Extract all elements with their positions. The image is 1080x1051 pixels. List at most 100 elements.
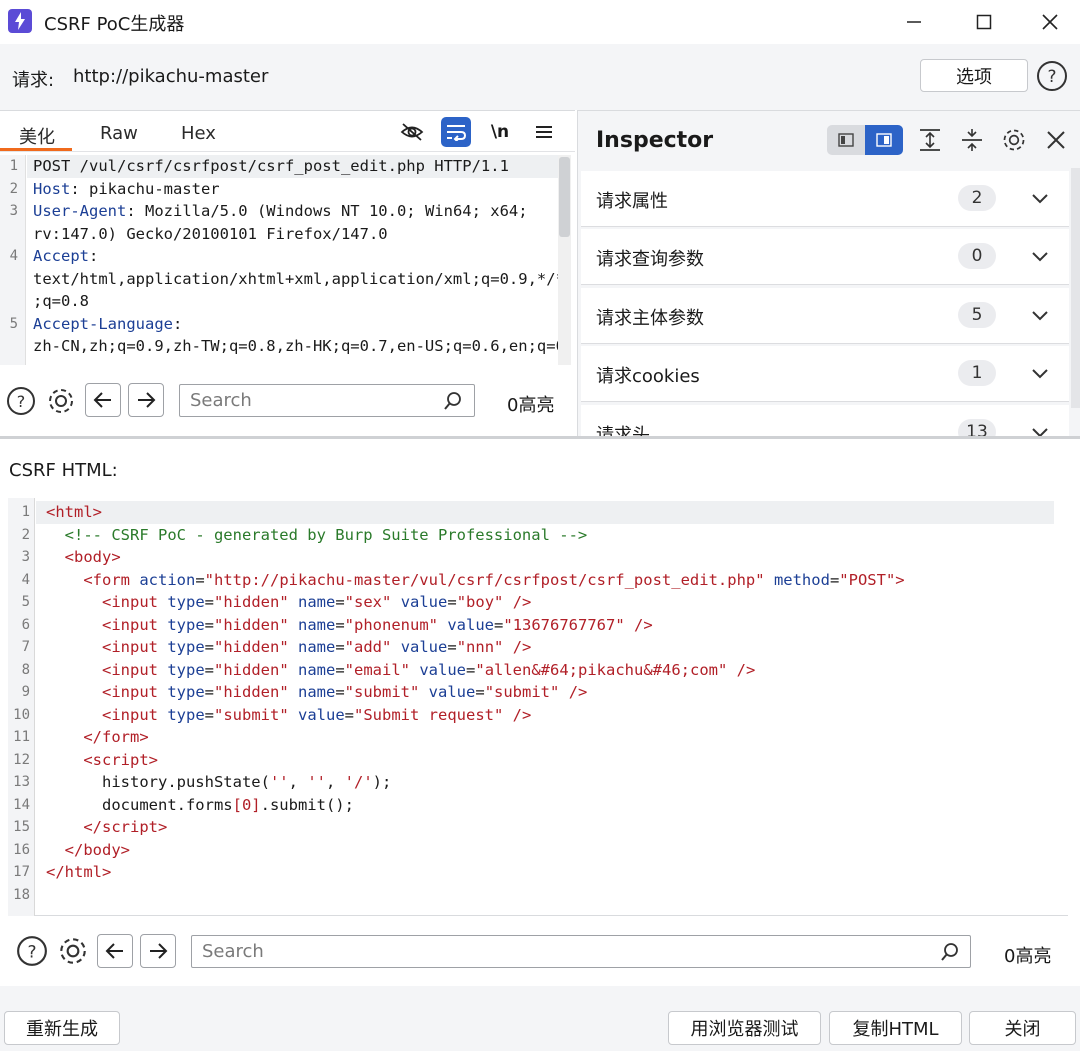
request-editor-panel: 美化 Raw Hex \n 1 2 3 4 5 POST /vul/csrf/c… (0, 110, 575, 436)
line-number: 13 (13, 774, 30, 790)
split-divider[interactable] (0, 436, 1080, 439)
line-number: 4 (9, 248, 18, 264)
code-line: POST /vul/csrf/csrfpost/csrf_post_edit.p… (33, 157, 509, 175)
inspector-row-label: 请求主体参数 (596, 308, 704, 329)
arrow-right-icon[interactable] (128, 383, 164, 417)
inspector-row[interactable]: 请求查询参数 0 (581, 229, 1069, 285)
help-icon[interactable]: ? (3, 384, 39, 418)
layout-left-icon[interactable] (827, 125, 865, 155)
code-line: <!-- CSRF PoC - generated by Burp Suite … (64, 525, 588, 544)
csrf-search-bar: ? Search 0高亮 (0, 918, 1080, 986)
collapse-all-icon[interactable] (957, 125, 987, 155)
code-line: rv:147.0) Gecko/20100101 Firefox/147.0 (33, 224, 388, 243)
close-button[interactable]: 关闭 (969, 1011, 1076, 1045)
search-icon[interactable] (443, 391, 463, 415)
code-line: <input type="hidden" name="phonenum" val… (102, 615, 653, 634)
inspector-row[interactable]: 请求头 13 (581, 405, 1069, 437)
help-icon[interactable]: ? (1036, 60, 1068, 92)
svg-text:?: ? (27, 942, 36, 962)
code-line: User-Agent: Mozilla/5.0 (Windows NT 10.0… (33, 202, 528, 220)
chevron-down-icon[interactable] (1029, 421, 1051, 437)
help-icon[interactable]: ? (14, 934, 50, 968)
gear-icon[interactable] (999, 125, 1029, 155)
csrf-html-editor[interactable]: 1 2 3 4 5 6 7 8 9 10 11 12 13 14 15 16 1… (8, 498, 1068, 916)
regenerate-button[interactable]: 重新生成 (4, 1011, 120, 1045)
inspector-row-label: 请求头 (596, 425, 650, 437)
code-line: <input type="submit" value="Submit reque… (102, 705, 532, 724)
gear-icon[interactable] (55, 934, 91, 968)
gear-icon[interactable] (43, 384, 79, 418)
code-line: <form action="http://pikachu-master/vul/… (83, 570, 905, 589)
layout-right-icon[interactable] (865, 125, 903, 155)
line-number: 1 (9, 158, 18, 174)
tab-hex[interactable]: Hex (181, 123, 216, 144)
code-line: Accept: (33, 247, 99, 265)
code-line: </form> (83, 728, 149, 746)
newline-toggle[interactable]: \n (485, 117, 515, 147)
line-number: 3 (9, 203, 18, 219)
search-input[interactable]: Search (179, 384, 475, 417)
chevron-down-icon[interactable] (1029, 362, 1051, 384)
svg-text:?: ? (17, 392, 26, 411)
options-button[interactable]: 选项 (920, 59, 1028, 92)
copy-html-button[interactable]: 复制HTML (829, 1011, 962, 1045)
count-badge: 1 (958, 360, 996, 386)
tab-pretty[interactable]: 美化 (19, 123, 55, 149)
title-bar: CSRF PoC生成器 (0, 0, 1080, 44)
test-in-browser-button[interactable]: 用浏览器测试 (668, 1011, 821, 1045)
arrow-right-icon[interactable] (140, 934, 176, 968)
inspector-row[interactable]: 请求属性 2 (581, 171, 1069, 227)
scrollbar-thumb[interactable] (559, 157, 570, 237)
svg-text:?: ? (1047, 67, 1056, 87)
close-window-icon[interactable] (1028, 6, 1072, 38)
code-line: </html> (46, 863, 112, 881)
scrollbar[interactable] (1071, 168, 1080, 408)
chevron-down-icon[interactable] (1029, 304, 1051, 326)
csrf-html-label: CSRF HTML: (9, 460, 118, 481)
line-number: 4 (21, 571, 30, 588)
hide-eye-icon[interactable] (397, 117, 427, 147)
code-line: document.forms[0].submit(); (46, 795, 354, 814)
line-number: 5 (21, 594, 30, 610)
csrf-code[interactable]: 1 2 3 4 5 6 7 8 9 10 11 12 13 14 15 16 1… (8, 501, 1068, 911)
request-url: http://pikachu-master (73, 66, 269, 87)
inspector-row[interactable]: 请求主体参数 5 (581, 288, 1069, 344)
request-bar: 请求: http://pikachu-master (0, 44, 1080, 110)
line-number: 14 (13, 796, 30, 813)
tab-raw[interactable]: Raw (100, 123, 138, 144)
line-number: 11 (13, 729, 30, 745)
code-line: <body> (64, 548, 121, 566)
line-number: 17 (13, 864, 30, 880)
request-code[interactable]: 1 2 3 4 5 POST /vul/csrf/csrfpost/csrf_p… (0, 155, 560, 365)
inspector-row-label: 请求cookies (596, 366, 700, 387)
request-label: 请求: (12, 70, 55, 91)
inspector-row[interactable]: 请求cookies 1 (581, 346, 1069, 402)
chevron-down-icon[interactable] (1029, 187, 1051, 209)
line-number: 5 (9, 315, 18, 332)
search-icon[interactable] (940, 942, 960, 966)
code-line: <input type="hidden" name="sex" value="b… (102, 593, 532, 611)
app-logo-icon (8, 9, 32, 33)
word-wrap-icon[interactable] (441, 117, 471, 147)
line-number: 2 (9, 180, 18, 197)
code-line: ;q=0.8 (33, 292, 89, 310)
code-line: text/html,application/xhtml+xml,applicat… (33, 269, 560, 288)
code-line: <html> (46, 503, 102, 521)
line-number: 10 (13, 706, 30, 723)
code-line: </script> (83, 818, 168, 836)
maximize-icon[interactable] (962, 6, 1006, 38)
search-input[interactable]: Search (191, 935, 971, 968)
expand-all-icon[interactable] (915, 125, 945, 155)
code-line: Accept-Language: (33, 314, 183, 333)
arrow-left-icon[interactable] (97, 934, 133, 968)
minimize-icon[interactable] (892, 6, 936, 38)
count-badge: 5 (958, 302, 996, 328)
close-icon[interactable] (1041, 125, 1071, 155)
arrow-left-icon[interactable] (85, 383, 121, 417)
menu-icon[interactable] (529, 117, 559, 147)
line-number: 7 (21, 639, 30, 655)
chevron-down-icon[interactable] (1029, 245, 1051, 267)
layout-toggle[interactable] (827, 125, 903, 155)
code-line: history.pushState('', '', '/'); (46, 773, 392, 791)
code-line: zh-CN,zh;q=0.9,zh-TW;q=0.8,zh-HK;q=0.7,e… (33, 337, 560, 355)
